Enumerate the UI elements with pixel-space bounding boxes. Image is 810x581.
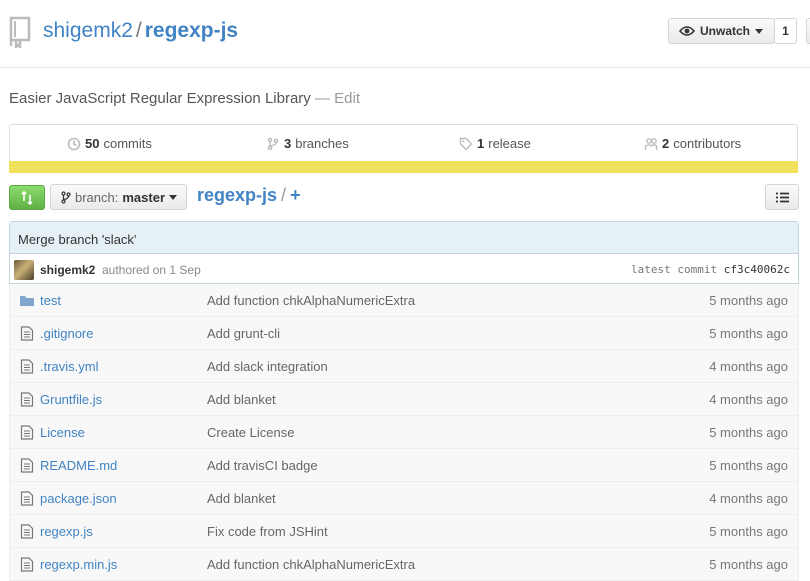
branch-icon (61, 190, 71, 204)
file-name-link[interactable]: .gitignore (40, 326, 93, 341)
file-age: 5 months ago (709, 425, 788, 440)
file-icon (20, 392, 34, 407)
contributors-count: 2 (662, 136, 670, 151)
repo-owner-link[interactable]: shigemk2 (43, 19, 133, 42)
unwatch-button[interactable]: Unwatch (668, 18, 775, 44)
repo-description: Easier JavaScript Regular Expression Lib… (9, 90, 360, 107)
commit-message[interactable]: Merge branch 'slack' (10, 222, 798, 254)
commit-author-link[interactable]: shigemk2 (40, 263, 95, 277)
numbers-summary: 50 commits 3 branches 1 release 2 contri… (9, 124, 798, 161)
commit-tease: Merge branch 'slack' shigemk2 authored o… (9, 221, 799, 284)
avatar[interactable] (14, 260, 34, 280)
file-icon (20, 524, 34, 539)
description-text: Easier JavaScript Regular Expression Lib… (9, 90, 311, 107)
file-age: 4 months ago (709, 359, 788, 374)
table-row: .gitignore Add grunt-cli 5 months ago (9, 317, 799, 350)
edit-description-link[interactable]: Edit (334, 90, 360, 107)
table-row: .travis.yml Add slack integration 4 months… (9, 350, 799, 383)
file-icon (20, 359, 34, 374)
file-name-link[interactable]: License (40, 425, 85, 440)
commits-count: 50 (85, 136, 100, 151)
breadcrumb: regexp-js / + (197, 185, 301, 206)
branches-label: branches (295, 136, 349, 151)
watchers-count[interactable]: 1 (774, 18, 797, 44)
file-age: 5 months ago (709, 293, 788, 308)
breadcrumb-separator: / (281, 185, 287, 205)
file-list: test Add function chkAlphaNumericExtra 5 m… (9, 284, 799, 581)
latest-commit: latest commit cf3c40062c (631, 263, 790, 276)
commit-authored-date: authored on 1 Sep (102, 263, 201, 277)
table-row: Gruntfile.js Add blanket 4 months ago (9, 383, 799, 416)
commit-meta: shigemk2 authored on 1 Sep latest commit… (10, 254, 798, 283)
eye-icon (679, 26, 695, 36)
table-row: test Add function chkAlphaNumericExtra 5 m… (9, 284, 799, 317)
chevron-down-icon (169, 194, 178, 200)
file-commit-message[interactable]: Add travisCI badge (207, 458, 318, 473)
branches-link[interactable]: 3 branches (266, 136, 349, 151)
file-commit-message[interactable]: Add slack integration (207, 359, 328, 374)
list-icon (775, 192, 789, 202)
contributors-label: contributors (673, 136, 742, 151)
table-row: License Create License 5 months ago (9, 416, 799, 449)
branch-icon (267, 137, 279, 150)
add-file-link[interactable]: + (290, 185, 301, 205)
file-name-link[interactable]: test (40, 293, 61, 308)
commits-label: commits (103, 136, 152, 151)
file-age: 5 months ago (709, 326, 788, 341)
repo-title: shigemk2/regexp-js (43, 19, 238, 43)
commit-sha-link[interactable]: cf3c40062c (724, 263, 790, 276)
chevron-down-icon (755, 28, 764, 34)
latest-commit-label: latest commit (631, 263, 718, 276)
file-age: 5 months ago (709, 524, 788, 539)
file-name-link[interactable]: regexp.js (40, 524, 93, 539)
table-row: package.json Add blanket 4 months ago (9, 482, 799, 515)
branch-value: master (122, 189, 166, 205)
releases-link[interactable]: 1 release (459, 136, 531, 151)
language-bar[interactable] (9, 161, 798, 173)
description-dash: — (310, 90, 335, 107)
star-button[interactable] (806, 18, 810, 44)
compare-button[interactable] (9, 185, 45, 210)
releases-label: release (488, 136, 531, 151)
file-name-link[interactable]: Gruntfile.js (40, 392, 102, 407)
file-age: 4 months ago (709, 491, 788, 506)
file-commit-message[interactable]: Create License (207, 425, 294, 440)
file-name-link[interactable]: README.md (40, 458, 117, 473)
file-icon (20, 458, 34, 473)
branches-count: 3 (284, 136, 292, 151)
repo-icon (9, 16, 31, 48)
releases-count: 1 (477, 136, 485, 151)
folder-icon (20, 296, 34, 306)
table-row: regexp.js Fix code from JSHint 5 months ag… (9, 515, 799, 548)
repo-name-link[interactable]: regexp-js (145, 19, 238, 42)
table-row: regexp.min.js Add function chkAlphaNumeri… (9, 548, 799, 581)
file-name-link[interactable]: .travis.yml (40, 359, 99, 374)
tag-icon (459, 137, 473, 150)
file-age: 5 months ago (709, 458, 788, 473)
file-commit-message[interactable]: Add blanket (207, 392, 276, 407)
file-icon (20, 326, 34, 341)
history-icon (67, 137, 81, 150)
file-icon (20, 491, 34, 506)
unwatch-label: Unwatch (700, 24, 751, 38)
file-age: 4 months ago (709, 392, 788, 407)
table-row: README.md Add travisCI badge 5 months ago (9, 449, 799, 482)
file-commit-message[interactable]: Add function chkAlphaNumericExtra (207, 293, 415, 308)
file-icon (20, 425, 34, 440)
file-commit-message[interactable]: Add grunt-cli (207, 326, 280, 341)
file-name-link[interactable]: package.json (40, 491, 117, 506)
contributors-icon (644, 137, 658, 150)
compare-icon (21, 190, 33, 205)
contributors-link[interactable]: 2 contributors (644, 136, 741, 151)
branch-selector[interactable]: branch: master (50, 184, 187, 210)
file-commit-message[interactable]: Add blanket (207, 491, 276, 506)
commits-link[interactable]: 50 commits (67, 136, 152, 151)
header-divider (0, 67, 810, 68)
branch-label: branch: (75, 189, 119, 205)
repo-title-separator: / (135, 19, 142, 42)
file-commit-message[interactable]: Fix code from JSHint (207, 524, 328, 539)
list-view-button[interactable] (765, 184, 799, 210)
breadcrumb-repo-link[interactable]: regexp-js (197, 185, 277, 205)
